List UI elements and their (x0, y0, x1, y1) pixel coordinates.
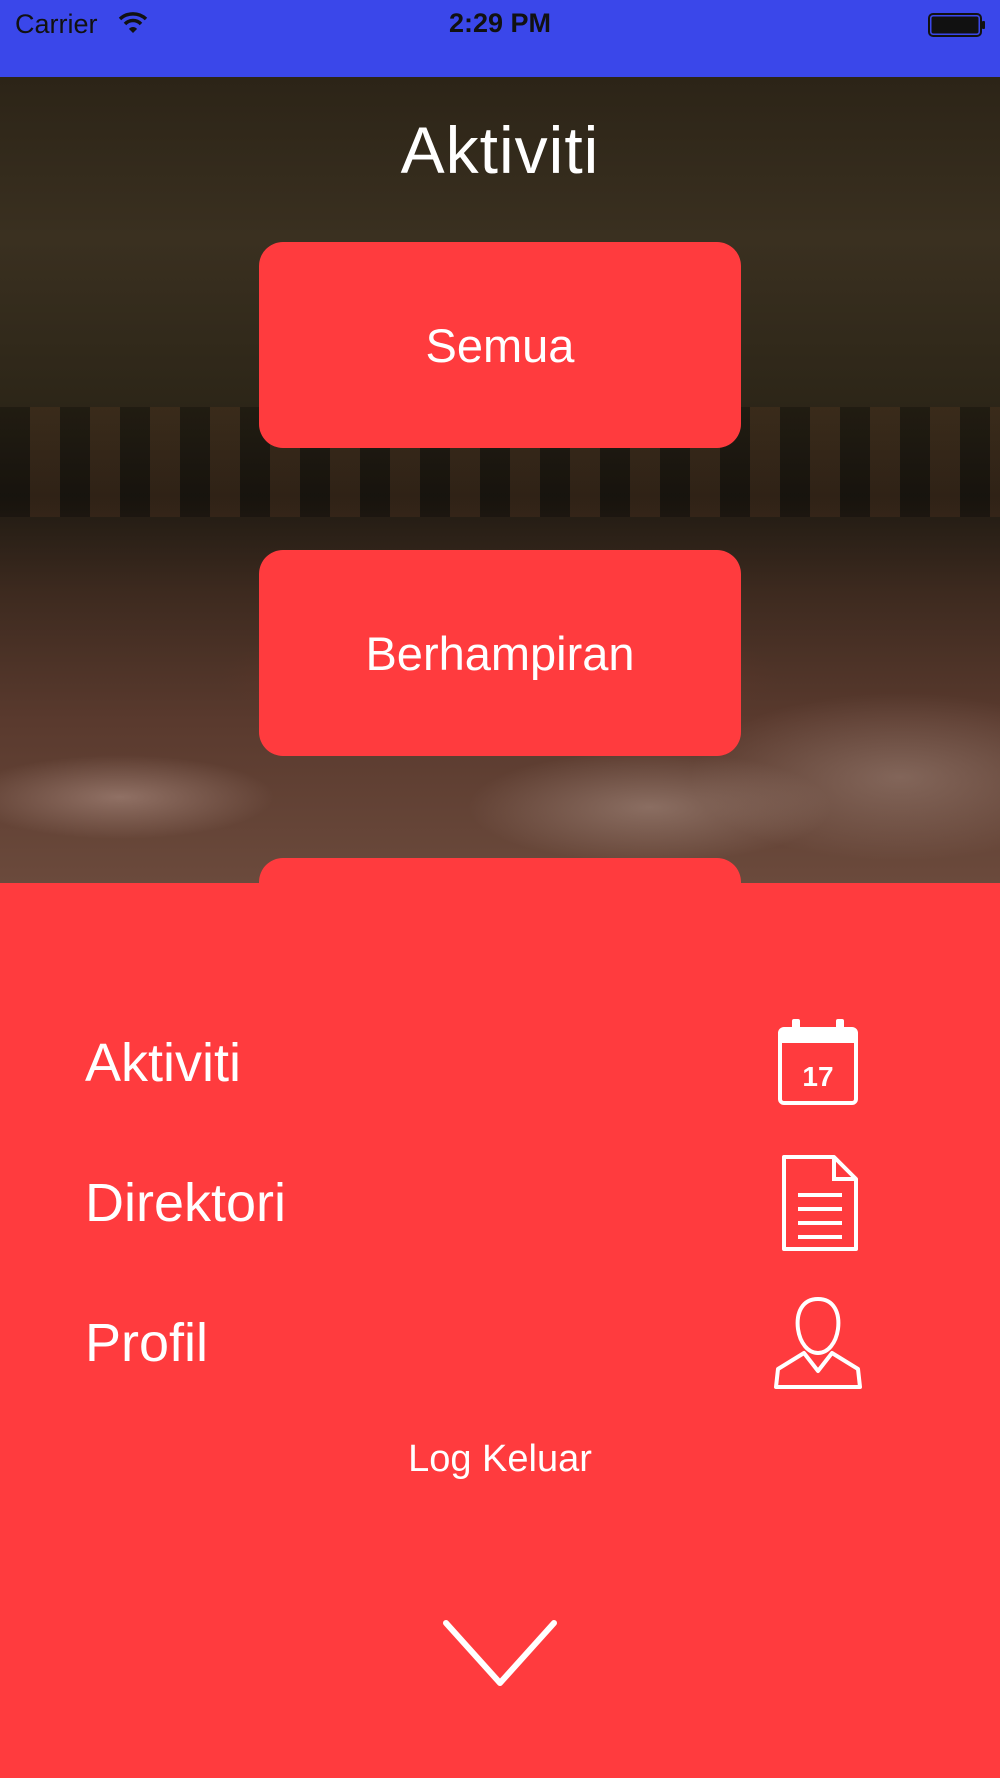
all-button[interactable]: Semua (259, 242, 741, 448)
menu-item-directory[interactable]: Direktori (0, 1143, 1000, 1263)
logout-button[interactable]: Log Keluar (0, 1438, 1000, 1481)
nearby-button[interactable]: Berhampiran (259, 550, 741, 756)
background-photo (0, 77, 1000, 883)
menu-item-profile[interactable]: Profil (0, 1283, 1000, 1403)
menu-item-activity[interactable]: Aktiviti 17 (0, 1003, 1000, 1123)
document-icon (782, 1155, 858, 1251)
chevron-down-icon[interactable] (440, 1613, 560, 1693)
page-title: Aktiviti (400, 113, 600, 187)
battery-icon (928, 13, 985, 37)
status-bar: Carrier 2:29 PM (0, 0, 1000, 77)
status-time: 2:29 PM (448, 8, 552, 38)
calendar-icon-text: 17 (802, 1061, 833, 1092)
calendar-icon: 17 (778, 1019, 858, 1105)
slide-up-menu: Aktiviti 17 Direktori Profil Log Keluar (0, 883, 1000, 1778)
user-icon (774, 1296, 862, 1389)
menu-item-label: Direktori (85, 1173, 287, 1233)
menu-item-label: Aktiviti (85, 1033, 242, 1093)
menu-item-label: Profil (85, 1313, 209, 1373)
